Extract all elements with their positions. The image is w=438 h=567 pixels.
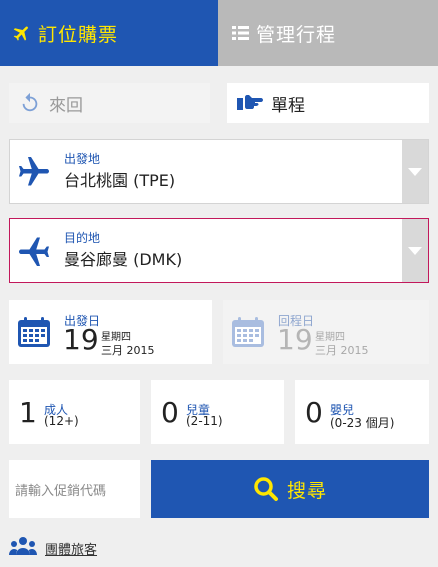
child-range: (2-11)	[186, 414, 223, 428]
departure-month-year: 三月 2015	[101, 344, 155, 357]
search-label: 搜尋	[286, 479, 327, 502]
child-count: 0	[161, 396, 179, 429]
list-icon	[232, 25, 250, 41]
destination-dropdown-toggle[interactable]	[402, 219, 428, 282]
departure-weekday: 星期四	[101, 332, 131, 343]
promo-code-input[interactable]: 請輸入促銷代碼	[9, 460, 140, 518]
destination-select[interactable]: 目的地 曼谷廊曼 (DMK)	[9, 218, 429, 283]
group-travel-label: 團體旅客	[45, 542, 98, 558]
child-count-selector[interactable]: 0 兒童 (2-11)	[151, 380, 284, 444]
departure-date-picker[interactable]: 出發日 19 星期四 三月 2015	[9, 300, 212, 364]
group-travel-link[interactable]: 團體旅客	[9, 536, 97, 560]
search-icon	[253, 476, 279, 502]
airplane-icon	[12, 23, 32, 43]
chevron-down-icon	[408, 246, 422, 255]
round-trip-button[interactable]: 來回	[9, 83, 210, 123]
tab-book-tickets[interactable]: 訂位購票	[0, 0, 218, 66]
return-date-picker[interactable]: 回程日 19 星期四 三月 2015	[223, 300, 429, 364]
return-month-year: 三月 2015	[315, 344, 369, 357]
tab-manage-trips[interactable]: 管理行程	[218, 0, 438, 66]
infant-count-selector[interactable]: 0 嬰兒 (0-23 個月)	[295, 380, 429, 444]
destination-value: 曼谷廊曼 (DMK)	[64, 250, 183, 269]
departure-day: 19	[63, 323, 99, 356]
airplane-depart-icon	[16, 154, 52, 194]
calendar-icon	[17, 316, 51, 352]
tab-manage-label: 管理行程	[256, 23, 337, 46]
adult-range: (12+)	[44, 414, 79, 428]
return-day: 19	[277, 323, 313, 356]
infant-range: (0-23 個月)	[330, 416, 395, 430]
origin-caption: 出發地	[64, 152, 101, 166]
adult-count-selector[interactable]: 1 成人 (12+)	[9, 380, 140, 444]
origin-select[interactable]: 出發地 台北桃園 (TPE)	[9, 139, 429, 204]
destination-caption: 目的地	[64, 231, 101, 245]
pointing-hand-icon	[237, 94, 263, 112]
one-way-label: 單程	[271, 95, 305, 116]
origin-value: 台北桃園 (TPE)	[64, 171, 176, 190]
one-way-button[interactable]: 單程	[227, 83, 429, 123]
chevron-down-icon	[408, 167, 422, 176]
search-button[interactable]: 搜尋	[151, 460, 429, 518]
adult-count: 1	[19, 396, 37, 429]
calendar-icon	[231, 316, 265, 352]
refresh-icon	[19, 92, 41, 114]
round-trip-label: 來回	[49, 95, 83, 116]
tab-bar: 訂位購票 管理行程	[0, 0, 438, 66]
tab-book-label: 訂位購票	[38, 23, 119, 46]
infant-count: 0	[305, 396, 323, 429]
airplane-arrive-icon	[16, 233, 52, 273]
group-people-icon	[9, 536, 37, 560]
origin-dropdown-toggle[interactable]	[402, 140, 428, 203]
return-weekday: 星期四	[315, 332, 345, 343]
promo-code-placeholder: 請輸入促銷代碼	[15, 483, 107, 499]
